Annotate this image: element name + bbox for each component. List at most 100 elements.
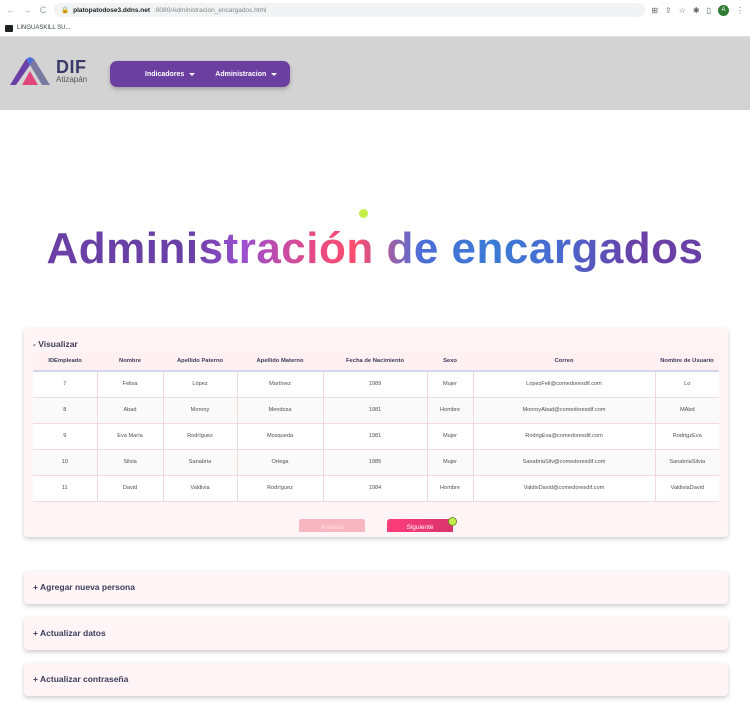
main-nav: Indicadores Administracion: [110, 61, 290, 87]
table-row[interactable]: 8 Abad Monroy Mendoza 1981 Hombre MonroyAbad@c…: [33, 397, 719, 424]
table-row[interactable]: 10 Silvia Sanabria Ortega 1985 Mujer SanabriaS…: [33, 449, 719, 476]
cursor-dot-decoration: [359, 209, 368, 218]
table-cell: Sanabria: [163, 449, 238, 476]
table-cell: MonroyAbad@comedoresdif.com: [473, 397, 656, 424]
nav-indicadores-label: Indicadores: [145, 70, 185, 78]
page-title: Administración de encargados: [0, 224, 750, 274]
bookmark-favicon-icon: [5, 24, 13, 32]
table-cell: 8: [33, 397, 98, 424]
profile-avatar[interactable]: A: [718, 4, 729, 16]
table-cell: Mujer: [427, 423, 474, 450]
nav-administracion[interactable]: Administracion: [215, 70, 278, 78]
table-cell: Lo: [655, 371, 719, 398]
table-cell: Mendoza: [237, 397, 324, 424]
lock-icon: 🔒: [61, 7, 70, 14]
column-header: Correo: [473, 352, 655, 372]
table-cell: Rodríguez: [237, 475, 324, 502]
browser-toolbar: ← → C 🔒 platopatodose3.ddns.net:8080/Adm…: [0, 0, 750, 20]
table-row[interactable]: 7 Felisa López Martínez 1989 Mujer LopezFeli@c…: [33, 371, 719, 398]
table-cell: Rodríguez: [163, 423, 238, 450]
nav-indicadores[interactable]: Indicadores: [145, 70, 196, 78]
column-header: Nombre de Usuario: [655, 352, 719, 372]
table-cell: Ortega: [237, 449, 324, 476]
table-cell: 1984: [323, 475, 428, 502]
table-cell: 1985: [323, 449, 428, 476]
table-row[interactable]: 9 Eva María Rodríguez Mosqueda 1981 Mujer Rodr…: [33, 423, 719, 450]
table-cell: 10: [33, 449, 98, 476]
table-cell: SanabriaSilvia: [655, 449, 719, 476]
table-cell: Mujer: [427, 449, 474, 476]
table-cell: Martínez: [237, 371, 324, 398]
column-header: Apellido Paterno: [163, 352, 237, 372]
nav-administracion-label: Administracion: [215, 70, 267, 78]
table-cell: 11: [33, 475, 98, 502]
back-icon[interactable]: ←: [6, 5, 16, 15]
dif-logo-mark-icon: [10, 57, 50, 85]
table-cell: Hombre: [427, 397, 474, 424]
table-cell: David: [97, 475, 164, 502]
bookmarks-bar: LINGUASKILL SU...: [0, 20, 750, 37]
password-panel: + Actualizar contraseña: [24, 663, 728, 696]
next-button[interactable]: Siguiente: [387, 517, 457, 532]
reload-icon[interactable]: C: [38, 5, 48, 15]
page-title-text: Administración de encargados: [46, 224, 704, 273]
url-host: platopatodose3.ddns.net: [73, 6, 151, 14]
table-cell: Eva María: [97, 423, 164, 450]
logo-title: DIF: [56, 57, 87, 77]
table-cell: Abad: [97, 397, 164, 424]
table-cell: Hombre: [427, 475, 474, 502]
actualizar-toggle[interactable]: + Actualizar datos: [33, 628, 106, 638]
password-toggle[interactable]: + Actualizar contraseña: [33, 674, 128, 684]
bookmark-item[interactable]: LINGUASKILL SU...: [17, 25, 70, 31]
logo-subtitle: Atizapán: [56, 75, 88, 84]
cursor-dot-decoration: [448, 517, 457, 526]
dif-logo[interactable]: DIF Atizapán: [8, 55, 87, 87]
table-cell: 1981: [323, 423, 428, 450]
column-header: IDEmpleado: [33, 352, 97, 372]
table-cell: Valdivia: [163, 475, 238, 502]
actualizar-panel: + Actualizar datos: [24, 617, 728, 650]
site-header: DIF Atizapán Indicadores Administracion: [0, 37, 750, 110]
next-button-label: Siguiente: [406, 524, 434, 531]
table-cell: RodrigEva@comedoresdif.com: [473, 423, 656, 450]
column-header: Apellido Materno: [237, 352, 323, 372]
column-header: Nombre: [97, 352, 163, 372]
menu-icon[interactable]: ⋮: [736, 6, 744, 15]
table-cell: López: [163, 371, 238, 398]
extensions-icon[interactable]: ✱: [693, 6, 700, 15]
table-cell: 1989: [323, 371, 428, 398]
table-cell: 9: [33, 423, 98, 450]
sidepanel-icon[interactable]: ▯: [707, 6, 711, 15]
table-body: 7 Felisa López Martínez 1989 Mujer LopezFeli@c…: [33, 371, 719, 502]
table-cell: Silvia: [97, 449, 164, 476]
table-cell: MAbd: [655, 397, 719, 424]
table-cell: 1981: [323, 397, 428, 424]
agregar-panel: + Agregar nueva persona: [24, 571, 728, 604]
table-cell: Felisa: [97, 371, 164, 398]
visualizar-toggle[interactable]: - Visualizar: [33, 339, 78, 349]
share-icon[interactable]: ⇪: [665, 6, 672, 15]
chevron-down-icon: [189, 72, 196, 76]
table-row[interactable]: 11 David Valdivia Rodríguez 1984 Hombre Valdiv…: [33, 475, 719, 502]
column-header: Sexo: [427, 352, 473, 372]
table-cell: ValdivDavid@comedoresdif.com: [473, 475, 656, 502]
table-cell: Mujer: [427, 371, 474, 398]
bookmark-star-icon[interactable]: ☆: [679, 6, 686, 15]
chevron-down-icon: [271, 72, 278, 76]
table-cell: 7: [33, 371, 98, 398]
column-header: Fecha de Nacimiento: [323, 352, 427, 372]
table-cell: SanabriaSilv@comedoresdif.com: [473, 449, 656, 476]
translate-icon[interactable]: ⊞: [651, 6, 658, 15]
url-path: :8080/Administracion_encargados.html: [154, 6, 267, 14]
employees-table: IDEmpleado Nombre Apellido Paterno Apellido…: [33, 352, 719, 502]
table-cell: LopezFeli@comedoresdif.com: [473, 371, 656, 398]
table-cell: Mosqueda: [237, 423, 324, 450]
table-cell: Monroy: [163, 397, 238, 424]
table-cell: ValdiviaDavid: [655, 475, 719, 502]
address-bar[interactable]: 🔒 platopatodose3.ddns.net:8080/Administr…: [54, 3, 646, 17]
previous-button[interactable]: Anterior: [299, 519, 365, 532]
forward-icon[interactable]: →: [22, 5, 32, 15]
visualizar-panel: - Visualizar IDEmpleado Nombre Apellido Pa…: [24, 328, 728, 537]
agregar-toggle[interactable]: + Agregar nueva persona: [33, 582, 135, 592]
table-cell: RodrigzEva: [655, 423, 719, 450]
